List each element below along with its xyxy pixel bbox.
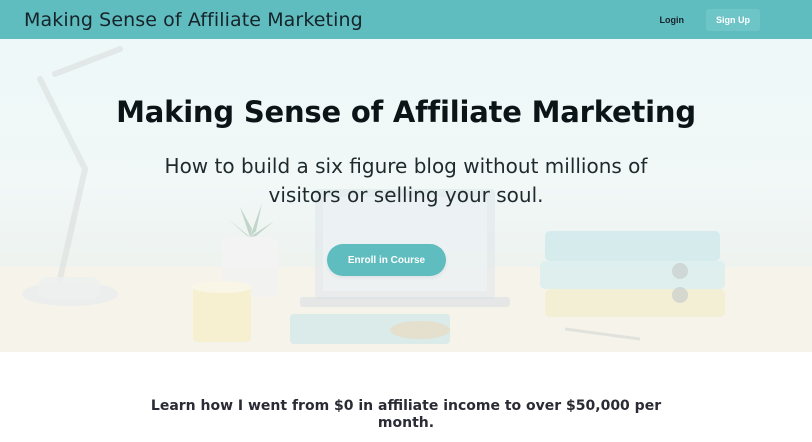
- hero-title: Making Sense of Affiliate Marketing: [116, 95, 696, 129]
- signup-button[interactable]: Sign Up: [706, 8, 760, 31]
- hero-section: Making Sense of Affiliate Marketing How …: [0, 39, 812, 352]
- nav-actions: Login Sign Up: [650, 8, 760, 31]
- intro-text: Learn how I went from $0 in affiliate in…: [150, 398, 662, 431]
- login-link[interactable]: Login: [650, 11, 695, 29]
- enroll-button[interactable]: Enroll in Course: [327, 244, 446, 276]
- site-title[interactable]: Making Sense of Affiliate Marketing: [24, 9, 363, 31]
- hero-subtitle: How to build a six figure blog without m…: [164, 154, 648, 207]
- hero-content: Making Sense of Affiliate Marketing How …: [0, 39, 812, 352]
- top-navbar: Making Sense of Affiliate Marketing Logi…: [0, 0, 812, 39]
